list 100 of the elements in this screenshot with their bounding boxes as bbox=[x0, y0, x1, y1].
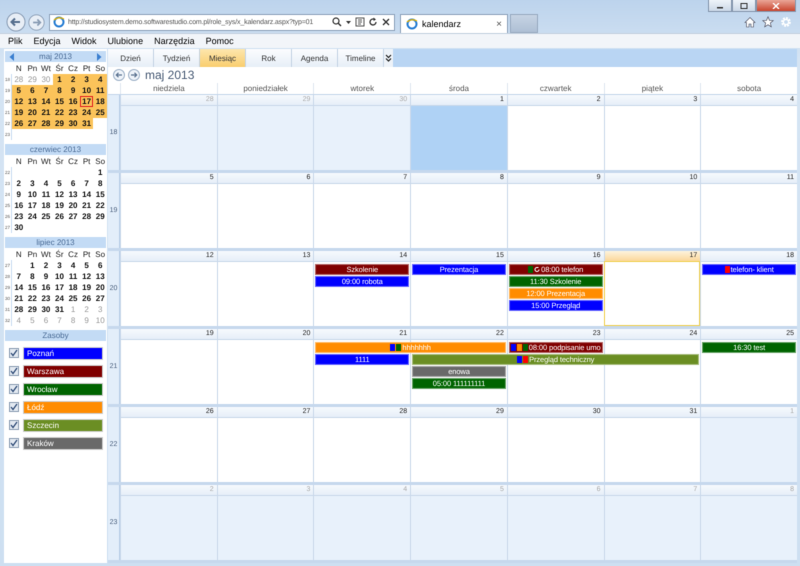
date-cell[interactable]: 17 bbox=[80, 96, 94, 107]
date-cell[interactable]: 11 bbox=[93, 85, 107, 96]
day-cell[interactable] bbox=[506, 417, 604, 482]
date-cell[interactable]: 22 bbox=[93, 200, 107, 211]
star-icon[interactable] bbox=[762, 16, 774, 28]
checkbox[interactable] bbox=[9, 366, 19, 376]
date-cell[interactable]: 15 bbox=[26, 282, 40, 293]
day-cell[interactable] bbox=[216, 261, 314, 326]
date-cell[interactable]: 25 bbox=[39, 211, 53, 222]
forward-icon[interactable] bbox=[28, 14, 45, 30]
date-cell[interactable]: 21 bbox=[80, 200, 94, 211]
previous-icon[interactable] bbox=[113, 69, 125, 81]
date-cell[interactable]: 24 bbox=[26, 211, 40, 222]
date-cell[interactable]: 22 bbox=[26, 293, 40, 304]
date-cell[interactable]: 29 bbox=[93, 211, 107, 222]
date-cell[interactable]: 19 bbox=[52, 200, 66, 211]
date-cell[interactable]: 16 bbox=[66, 96, 80, 107]
date-cell[interactable]: 3 bbox=[80, 74, 94, 85]
date-cell[interactable]: 31 bbox=[80, 118, 94, 129]
resource-label[interactable]: Kraków bbox=[23, 436, 103, 450]
compatibility-icon[interactable] bbox=[355, 17, 365, 27]
date-cell[interactable]: 21 bbox=[39, 107, 53, 118]
stop-icon[interactable] bbox=[381, 17, 391, 27]
day-cell[interactable] bbox=[313, 417, 410, 482]
date-cell[interactable]: 12 bbox=[80, 271, 94, 282]
day-cell[interactable] bbox=[506, 105, 604, 170]
checkbox[interactable] bbox=[9, 348, 19, 358]
menu-item[interactable]: Edycja bbox=[34, 36, 61, 46]
date-cell[interactable]: 31 bbox=[52, 304, 66, 315]
day-cell[interactable] bbox=[120, 261, 217, 326]
date-cell[interactable]: 9 bbox=[12, 189, 26, 200]
day-cell[interactable] bbox=[604, 495, 700, 560]
date-cell[interactable]: 8 bbox=[93, 178, 107, 189]
day-cell[interactable] bbox=[216, 105, 314, 170]
day-cell[interactable] bbox=[506, 495, 604, 560]
date-cell[interactable]: 11 bbox=[66, 271, 80, 282]
date-cell[interactable]: 2 bbox=[39, 260, 53, 271]
view-tab[interactable]: Rok bbox=[246, 49, 292, 67]
date-cell[interactable]: 29 bbox=[52, 118, 66, 129]
date-cell[interactable]: 10 bbox=[26, 189, 40, 200]
date-cell[interactable]: 19 bbox=[12, 107, 26, 118]
date-cell[interactable]: 18 bbox=[39, 200, 53, 211]
date-cell[interactable]: 14 bbox=[39, 96, 53, 107]
date-cell[interactable]: 10 bbox=[80, 85, 94, 96]
date-cell[interactable]: 20 bbox=[66, 200, 80, 211]
checkbox[interactable] bbox=[9, 420, 19, 430]
day-cell[interactable] bbox=[313, 495, 410, 560]
date-cell[interactable]: 25 bbox=[93, 107, 107, 118]
menu-item[interactable]: Pomoc bbox=[206, 36, 234, 46]
date-cell[interactable]: 26 bbox=[80, 293, 94, 304]
date-cell[interactable]: 13 bbox=[26, 96, 40, 107]
date-cell[interactable]: 7 bbox=[39, 85, 53, 96]
menu-item[interactable]: Ulubione bbox=[108, 36, 144, 46]
previous-month-icon[interactable] bbox=[9, 52, 15, 60]
date-cell[interactable]: 15 bbox=[93, 189, 107, 200]
settings-icon[interactable] bbox=[780, 16, 792, 28]
date-cell[interactable]: 9 bbox=[39, 271, 53, 282]
day-cell[interactable] bbox=[506, 183, 604, 248]
more-button[interactable] bbox=[384, 49, 393, 67]
date-cell[interactable]: 14 bbox=[80, 189, 94, 200]
date-cell[interactable]: 20 bbox=[93, 282, 107, 293]
date-cell[interactable]: 1 bbox=[52, 74, 66, 85]
menu-item[interactable]: Widok bbox=[72, 36, 97, 46]
date-cell[interactable]: 2 bbox=[12, 178, 26, 189]
day-cell[interactable] bbox=[410, 495, 507, 560]
date-cell[interactable]: 28 bbox=[80, 211, 94, 222]
date-cell[interactable]: 7 bbox=[80, 178, 94, 189]
date-cell[interactable]: 5 bbox=[52, 178, 66, 189]
day-cell[interactable] bbox=[604, 183, 700, 248]
date-cell[interactable]: 4 bbox=[93, 74, 107, 85]
day-cell[interactable] bbox=[700, 417, 797, 482]
day-cell[interactable] bbox=[120, 183, 217, 248]
date-cell[interactable]: 16 bbox=[12, 200, 26, 211]
date-cell[interactable]: 28 bbox=[12, 304, 26, 315]
resource-label[interactable]: Wrocław bbox=[23, 382, 103, 396]
browser-tab[interactable]: kalendarz × bbox=[400, 14, 508, 33]
date-cell[interactable]: 25 bbox=[66, 293, 80, 304]
checkbox[interactable] bbox=[9, 384, 19, 394]
resource-label[interactable]: Szczecin bbox=[23, 418, 103, 432]
date-cell[interactable]: 23 bbox=[39, 293, 53, 304]
day-cell[interactable] bbox=[410, 105, 507, 170]
day-cell[interactable] bbox=[313, 183, 410, 248]
view-tab[interactable]: Dzień bbox=[108, 49, 154, 67]
date-cell[interactable]: 13 bbox=[93, 271, 107, 282]
day-cell[interactable] bbox=[216, 339, 314, 404]
menu-item[interactable]: Plik bbox=[8, 36, 23, 46]
new-tab-area[interactable] bbox=[510, 14, 538, 33]
date-cell[interactable]: 8 bbox=[52, 85, 66, 96]
date-cell[interactable]: 22 bbox=[52, 107, 66, 118]
date-cell[interactable]: 6 bbox=[66, 178, 80, 189]
date-cell[interactable]: 16 bbox=[39, 282, 53, 293]
date-cell[interactable]: 19 bbox=[80, 282, 94, 293]
date-cell[interactable]: 1 bbox=[93, 167, 107, 178]
date-cell[interactable]: 10 bbox=[52, 271, 66, 282]
date-cell[interactable]: 17 bbox=[26, 200, 40, 211]
day-cell[interactable] bbox=[700, 495, 797, 560]
menu-item[interactable]: Narzędzia bbox=[154, 36, 195, 46]
date-cell[interactable]: 6 bbox=[93, 260, 107, 271]
resource-label[interactable]: Warszawa bbox=[23, 364, 103, 378]
date-cell[interactable]: 26 bbox=[12, 118, 26, 129]
